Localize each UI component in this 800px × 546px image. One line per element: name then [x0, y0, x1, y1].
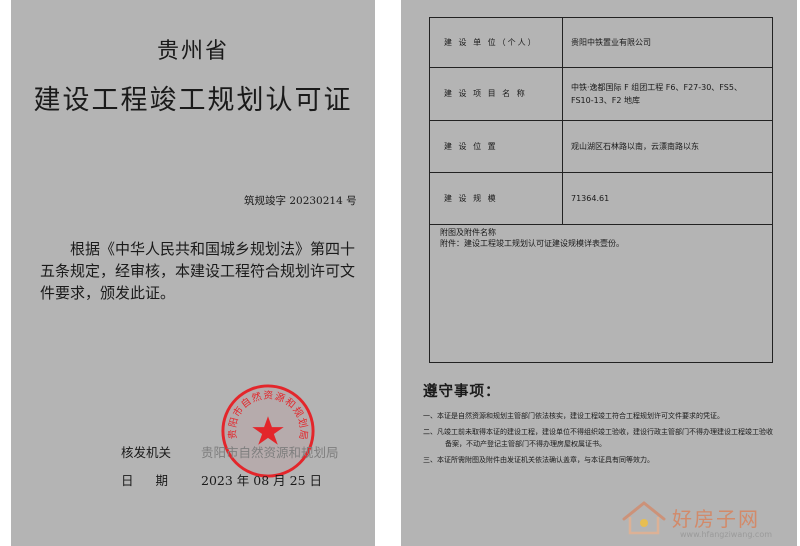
table-row-builder: 建 设 单 位（个人） 贵阳中铁置业有限公司 [430, 18, 772, 68]
row-label: 建 设 位 置 [430, 120, 563, 172]
notice-item: 二、凡竣工前未取得本证的建设工程，建设单位不得组织竣工验收，建设行政主管部门不得… [423, 428, 773, 448]
official-seal-stamp: 贵阳市自然资源和规划局 [221, 384, 315, 478]
project-name-line: FS10-13、F2 地库 [571, 95, 641, 105]
row-value: 贵阳中铁置业有限公司 [571, 38, 651, 47]
date-label: 日 期 [121, 473, 170, 488]
issue-date: 2023 年 08 月 25 日 [201, 473, 322, 488]
row-value: 观山湖区石林路以南，云漂南路以东 [571, 141, 699, 151]
notice-list: 一、本证是自然资源和规划主管部门依法核实，建设工程竣工符合工程规划许可文件要求的… [423, 410, 779, 470]
row-value: 中铁·逸都国际 F 组团工程 F6、F27-30、FS5、 FS10-13、F2… [571, 67, 768, 120]
issuer-label: 核发机关 [121, 445, 172, 460]
document-number: 筑规竣字 20230214 号 [244, 195, 357, 207]
notice-item: 一、本证是自然资源和规划主管部门依法核实，建设工程竣工符合工程规划许可文件要求的… [423, 412, 724, 420]
certificate-cover-page: 贵州省 建设工程竣工规划认可证 筑规竣字 20230214 号 根据《中华人民共… [11, 0, 375, 546]
page-gap [375, 0, 401, 546]
row-label: 建 设 项 目 名 称 [430, 67, 563, 120]
certificate-title: 建设工程竣工规划认可证 [33, 85, 353, 116]
table-row-project-name: 建 设 项 目 名 称 中铁·逸都国际 F 组团工程 F6、F27-30、FS5… [430, 67, 772, 121]
table-row-location: 建 设 位 置 观山湖区石林路以南，云漂南路以东 [430, 120, 772, 173]
issuer-value: 贵阳市自然资源和规划局 [201, 445, 339, 460]
watermark-url: www.hfangziwang.com [680, 530, 773, 539]
house-logo-icon [622, 501, 666, 535]
project-name-line: 中铁·逸都国际 F 组团工程 F6、F27-30、FS5、 [571, 82, 742, 92]
row-label: 建 设 规 模 [430, 172, 563, 224]
attachments-title: 附图及附件名称 [440, 228, 496, 237]
province-heading: 贵州省 [156, 39, 229, 64]
watermark-name: 好房子网 [672, 507, 760, 531]
notice-item: 三、本证所需附图及附件由发证机关依法确认盖章，与本证具有同等效力。 [423, 456, 654, 464]
notice-title: 遵守事项： [423, 383, 501, 400]
project-info-table: 建 设 单 位（个人） 贵阳中铁置业有限公司 建 设 项 目 名 称 中铁·逸都… [429, 17, 773, 363]
row-value: 71364.61 [571, 193, 610, 203]
certificate-detail-page: 建 设 单 位（个人） 贵阳中铁置业有限公司 建 设 项 目 名 称 中铁·逸都… [401, 0, 797, 546]
row-label: 建 设 单 位（个人） [430, 18, 563, 67]
site-watermark: 好房子网 www.hfangziwang.com [612, 495, 780, 545]
attachments-text: 附件：建设工程竣工规划认可证建设规模详表壹份。 [440, 239, 624, 248]
certificate-body-text: 根据《中华人民共和国城乡规划法》第四十五条规定，经审核，本建设工程符合规划许可文… [40, 240, 356, 302]
attachments-section: 附图及附件名称 附件：建设工程竣工规划认可证建设规模详表壹份。 [430, 224, 772, 252]
table-row-scale: 建 设 规 模 71364.61 [430, 172, 772, 225]
